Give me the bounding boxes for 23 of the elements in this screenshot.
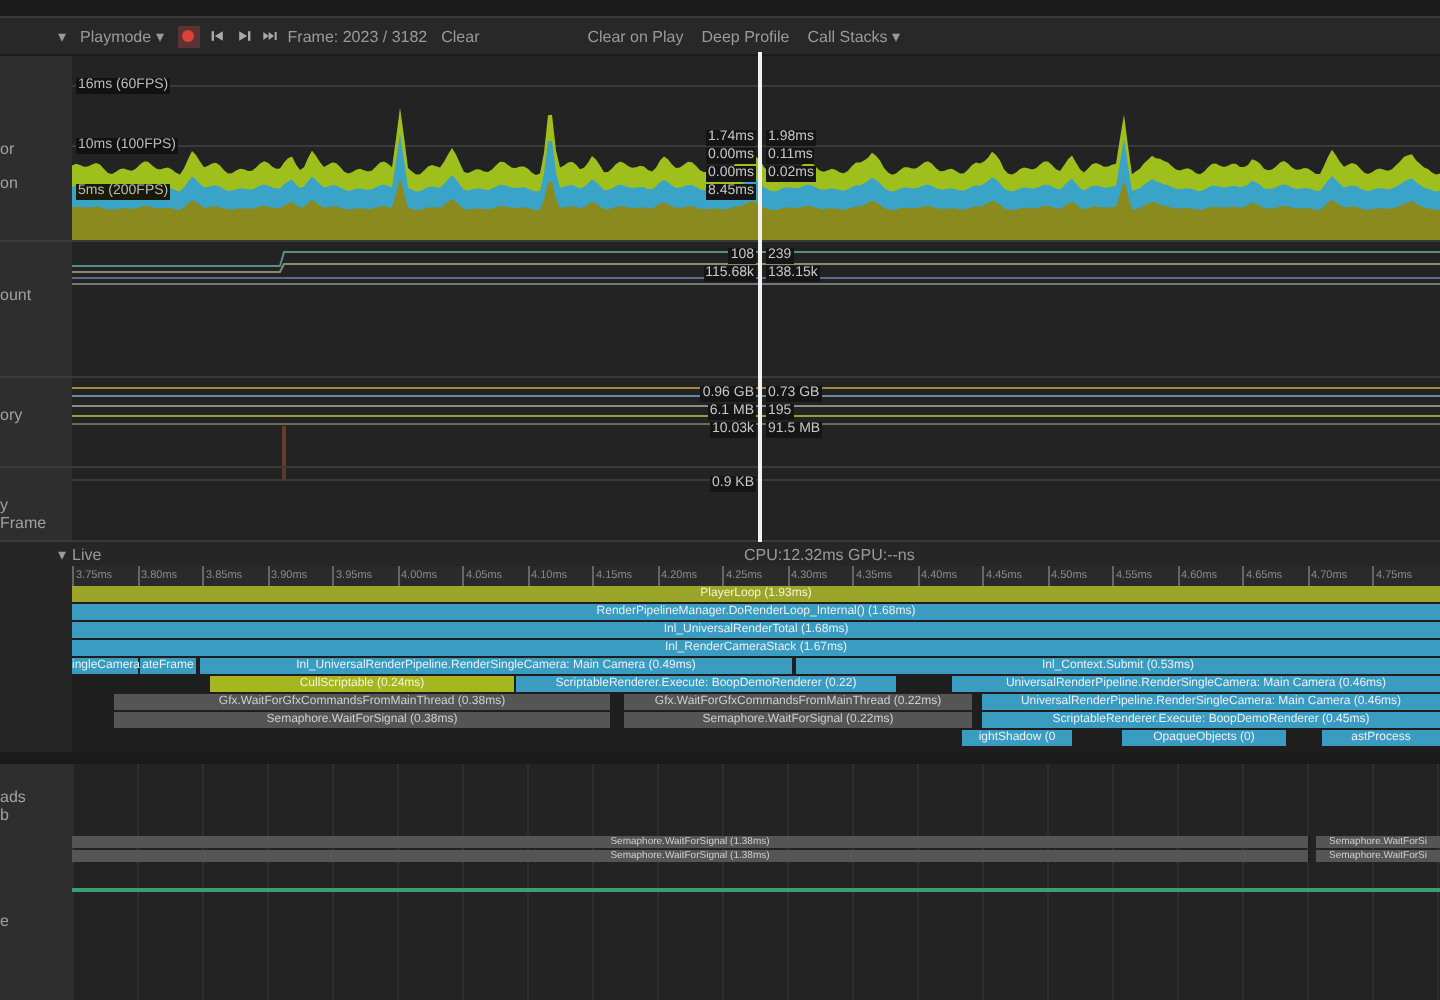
thread-label[interactable]: ads — [0, 788, 26, 806]
module-label[interactable]: on — [0, 174, 18, 192]
thread-label[interactable]: b — [0, 806, 9, 824]
call-stacks-dropdown[interactable]: Call Stacks ▾ — [803, 25, 904, 47]
mode-label: Live — [72, 545, 102, 563]
last-frame-icon[interactable] — [261, 28, 278, 44]
module-label[interactable]: ount — [0, 286, 32, 304]
toggle-button[interactable]: Deep Profile — [697, 25, 794, 47]
collapse-caret[interactable]: ▾ — [58, 545, 66, 563]
step-forward-icon[interactable] — [235, 28, 252, 44]
thread-label[interactable]: e — [0, 912, 9, 930]
record-button[interactable] — [177, 25, 200, 47]
step-back-icon[interactable] — [209, 28, 226, 44]
toggle-button[interactable]: Clear on Play — [583, 25, 688, 47]
module-label[interactable]: or — [0, 140, 15, 158]
module-label[interactable]: Frame — [0, 514, 47, 532]
frame-summary: CPU:12.32ms GPU:--ns — [744, 545, 915, 563]
clear-button[interactable]: Clear — [437, 25, 484, 47]
collapse-caret[interactable]: ▾ — [58, 27, 66, 45]
module-label[interactable]: y — [0, 496, 8, 514]
target-dropdown[interactable]: Playmode ▾ — [76, 25, 168, 47]
module-label[interactable]: ory — [0, 406, 23, 424]
frame-counter: Frame: 2023 / 3182 — [287, 27, 428, 45]
